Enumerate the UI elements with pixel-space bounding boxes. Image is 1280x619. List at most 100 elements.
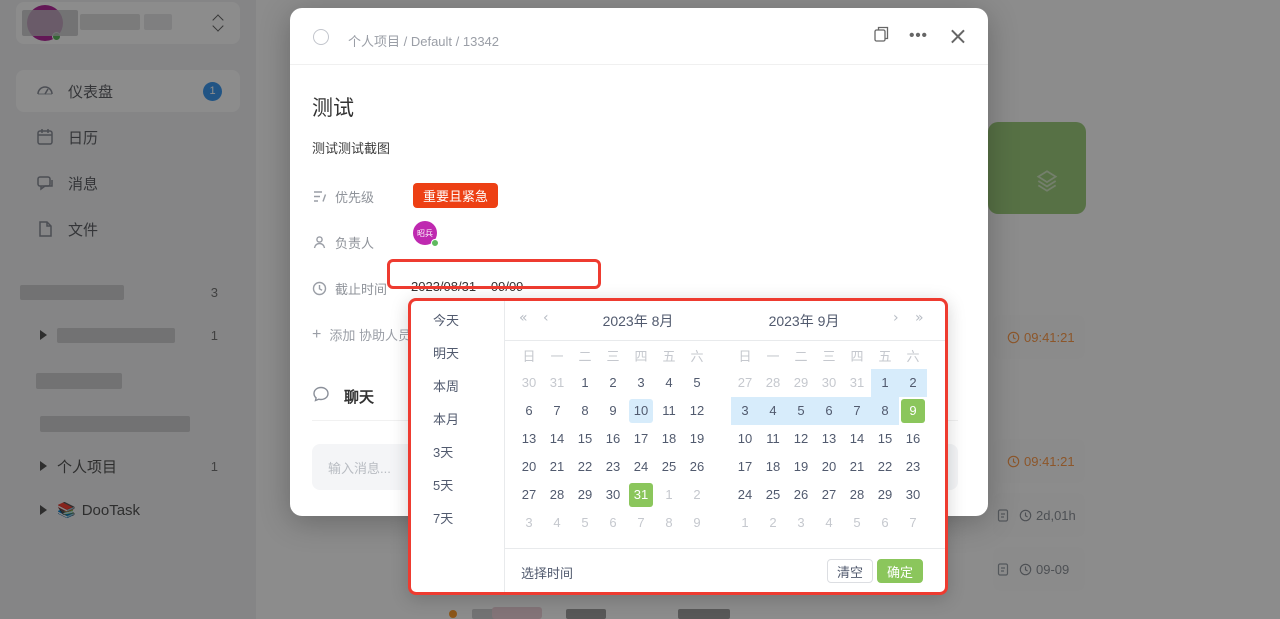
- day-cell[interactable]: 30: [515, 369, 543, 397]
- day-cell[interactable]: 10: [731, 425, 759, 453]
- day-cell[interactable]: 22: [871, 453, 899, 481]
- shortcut-本月[interactable]: 本月: [411, 403, 504, 436]
- day-cell[interactable]: 6: [599, 509, 627, 537]
- shortcut-明天[interactable]: 明天: [411, 337, 504, 370]
- day-cell[interactable]: 11: [655, 397, 683, 425]
- day-cell[interactable]: 15: [871, 425, 899, 453]
- day-cell[interactable]: 1: [655, 481, 683, 509]
- day-cell[interactable]: 24: [627, 453, 655, 481]
- shortcut-5天[interactable]: 5天: [411, 469, 504, 502]
- open-in-window-icon[interactable]: [874, 26, 889, 47]
- day-cell[interactable]: 3: [515, 509, 543, 537]
- select-time-link[interactable]: 选择时间: [521, 563, 573, 582]
- next-month-icon[interactable]: ›: [893, 310, 899, 326]
- day-cell[interactable]: 13: [515, 425, 543, 453]
- day-cell[interactable]: 2: [759, 509, 787, 537]
- day-cell[interactable]: 21: [843, 453, 871, 481]
- day-cell[interactable]: 29: [871, 481, 899, 509]
- month-title-september[interactable]: 2023年 9月: [729, 311, 879, 331]
- task-description[interactable]: 测试测试截图: [312, 138, 390, 157]
- day-cell[interactable]: 26: [683, 453, 711, 481]
- next-year-icon[interactable]: »: [915, 310, 924, 326]
- day-cell[interactable]: 9: [899, 397, 927, 425]
- day-cell[interactable]: 24: [731, 481, 759, 509]
- shortcut-今天[interactable]: 今天: [411, 304, 504, 337]
- assignee-avatar[interactable]: 昭兵: [413, 221, 437, 245]
- day-cell[interactable]: 26: [787, 481, 815, 509]
- day-cell[interactable]: 28: [759, 369, 787, 397]
- day-cell[interactable]: 28: [843, 481, 871, 509]
- day-cell[interactable]: 9: [599, 397, 627, 425]
- day-cell[interactable]: 2: [899, 369, 927, 397]
- task-title[interactable]: 测试: [312, 92, 354, 122]
- day-cell[interactable]: 7: [627, 509, 655, 537]
- day-cell[interactable]: 14: [843, 425, 871, 453]
- day-cell[interactable]: 21: [543, 453, 571, 481]
- day-cell[interactable]: 28: [543, 481, 571, 509]
- day-cell[interactable]: 15: [571, 425, 599, 453]
- add-collaborator-button[interactable]: + 添加 协助人员: [312, 325, 411, 344]
- day-cell[interactable]: 3: [787, 509, 815, 537]
- day-cell[interactable]: 31: [543, 369, 571, 397]
- day-cell[interactable]: 18: [759, 453, 787, 481]
- day-cell[interactable]: 19: [787, 453, 815, 481]
- day-cell[interactable]: 30: [599, 481, 627, 509]
- day-cell[interactable]: 17: [731, 453, 759, 481]
- more-menu-icon[interactable]: •••: [909, 24, 928, 48]
- close-icon[interactable]: ×: [948, 25, 968, 47]
- clear-button[interactable]: 清空: [827, 559, 873, 583]
- day-cell[interactable]: 17: [627, 425, 655, 453]
- day-cell[interactable]: 4: [759, 397, 787, 425]
- day-cell[interactable]: 7: [899, 509, 927, 537]
- day-cell[interactable]: 30: [899, 481, 927, 509]
- day-cell[interactable]: 1: [731, 509, 759, 537]
- day-cell[interactable]: 7: [843, 397, 871, 425]
- day-cell[interactable]: 13: [815, 425, 843, 453]
- day-cell[interactable]: 3: [731, 397, 759, 425]
- day-cell[interactable]: 6: [815, 397, 843, 425]
- shortcut-7天[interactable]: 7天: [411, 502, 504, 535]
- day-cell[interactable]: 5: [571, 509, 599, 537]
- day-cell[interactable]: 16: [899, 425, 927, 453]
- day-cell[interactable]: 8: [871, 397, 899, 425]
- day-cell[interactable]: 19: [683, 425, 711, 453]
- day-cell[interactable]: 11: [759, 425, 787, 453]
- due-date-input[interactable]: 2023/08/31 ~ 09/09: [411, 279, 523, 294]
- priority-badge[interactable]: 重要且紧急: [413, 183, 498, 208]
- day-cell[interactable]: 4: [655, 369, 683, 397]
- day-cell[interactable]: 29: [787, 369, 815, 397]
- day-cell[interactable]: 31: [627, 481, 655, 509]
- day-cell[interactable]: 6: [871, 509, 899, 537]
- day-cell[interactable]: 5: [843, 509, 871, 537]
- day-cell[interactable]: 1: [571, 369, 599, 397]
- shortcut-3天[interactable]: 3天: [411, 436, 504, 469]
- day-cell[interactable]: 27: [731, 369, 759, 397]
- day-cell[interactable]: 3: [627, 369, 655, 397]
- day-cell[interactable]: 5: [787, 397, 815, 425]
- day-cell[interactable]: 1: [871, 369, 899, 397]
- day-cell[interactable]: 10: [627, 397, 655, 425]
- confirm-button[interactable]: 确定: [877, 559, 923, 583]
- day-cell[interactable]: 9: [683, 509, 711, 537]
- day-cell[interactable]: 20: [515, 453, 543, 481]
- day-cell[interactable]: 8: [655, 509, 683, 537]
- day-cell[interactable]: 2: [599, 369, 627, 397]
- day-cell[interactable]: 12: [787, 425, 815, 453]
- day-cell[interactable]: 8: [571, 397, 599, 425]
- day-cell[interactable]: 4: [543, 509, 571, 537]
- day-cell[interactable]: 2: [683, 481, 711, 509]
- day-cell[interactable]: 16: [599, 425, 627, 453]
- day-cell[interactable]: 27: [515, 481, 543, 509]
- day-cell[interactable]: 22: [571, 453, 599, 481]
- day-cell[interactable]: 18: [655, 425, 683, 453]
- day-cell[interactable]: 27: [815, 481, 843, 509]
- day-cell[interactable]: 7: [543, 397, 571, 425]
- day-cell[interactable]: 5: [683, 369, 711, 397]
- day-cell[interactable]: 20: [815, 453, 843, 481]
- day-cell[interactable]: 31: [843, 369, 871, 397]
- day-cell[interactable]: 23: [899, 453, 927, 481]
- day-cell[interactable]: 29: [571, 481, 599, 509]
- day-cell[interactable]: 25: [759, 481, 787, 509]
- prev-year-icon[interactable]: «: [519, 310, 528, 326]
- day-cell[interactable]: 14: [543, 425, 571, 453]
